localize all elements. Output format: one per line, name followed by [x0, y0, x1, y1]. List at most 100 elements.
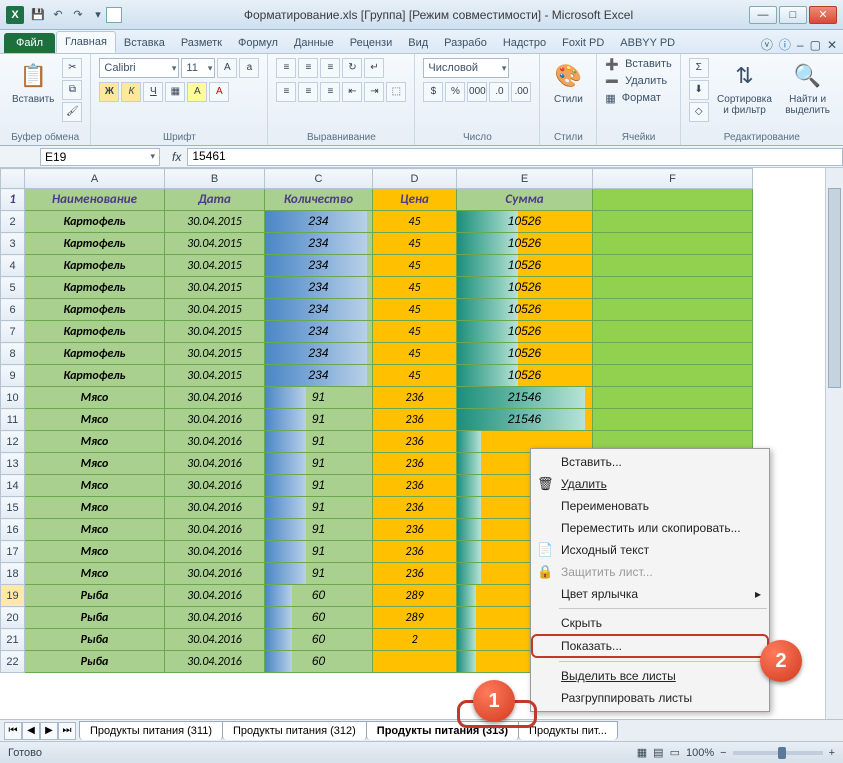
- row-header[interactable]: 1: [1, 189, 25, 211]
- clear-icon[interactable]: ◇: [689, 102, 709, 122]
- cell[interactable]: Картофель: [25, 321, 165, 343]
- paste-button[interactable]: 📋 Вставить: [8, 58, 58, 107]
- cell[interactable]: 45: [373, 255, 457, 277]
- row-header[interactable]: 22: [1, 651, 25, 673]
- column-header[interactable]: B: [165, 169, 265, 189]
- vertical-scrollbar[interactable]: [825, 168, 843, 719]
- ctx-rename[interactable]: Переименовать: [531, 495, 769, 517]
- cell[interactable]: 234: [265, 321, 373, 343]
- cell[interactable]: 45: [373, 365, 457, 387]
- cell[interactable]: 91: [265, 431, 373, 453]
- row-header[interactable]: 19: [1, 585, 25, 607]
- cell[interactable]: 236: [373, 475, 457, 497]
- sort-filter-button[interactable]: ⇅ Сортировка и фильтр: [713, 58, 777, 118]
- zoom-out-icon[interactable]: −: [720, 747, 726, 759]
- tab-insert[interactable]: Вставка: [116, 33, 173, 53]
- copy-icon[interactable]: ⧉: [62, 80, 82, 100]
- cell[interactable]: Мясо: [25, 475, 165, 497]
- row-header[interactable]: 13: [1, 453, 25, 475]
- cell[interactable]: 234: [265, 211, 373, 233]
- ctx-insert[interactable]: Вставить...: [531, 451, 769, 473]
- cell[interactable]: [593, 255, 753, 277]
- cell[interactable]: 30.04.2016: [165, 607, 265, 629]
- cell[interactable]: 30.04.2015: [165, 321, 265, 343]
- row-header[interactable]: 18: [1, 563, 25, 585]
- column-header[interactable]: A: [25, 169, 165, 189]
- cell[interactable]: 30.04.2015: [165, 255, 265, 277]
- cell[interactable]: 234: [265, 365, 373, 387]
- ctx-select-all[interactable]: Выделить все листы: [531, 665, 769, 687]
- format-cells-label[interactable]: Формат: [622, 92, 661, 105]
- row-header[interactable]: 9: [1, 365, 25, 387]
- header-cell[interactable]: Дата: [165, 189, 265, 211]
- cell[interactable]: 30.04.2016: [165, 651, 265, 673]
- cell[interactable]: 236: [373, 387, 457, 409]
- delete-cells-label[interactable]: Удалить: [625, 75, 667, 88]
- cell[interactable]: [593, 343, 753, 365]
- view-break-icon[interactable]: ▭: [670, 746, 680, 759]
- cell[interactable]: 289: [373, 585, 457, 607]
- delete-cells-icon[interactable]: ➖: [605, 75, 619, 88]
- cell[interactable]: Картофель: [25, 277, 165, 299]
- cell[interactable]: 30.04.2015: [165, 365, 265, 387]
- cell[interactable]: [593, 233, 753, 255]
- grow-font-icon[interactable]: A: [217, 58, 237, 78]
- cell[interactable]: Рыба: [25, 585, 165, 607]
- win-close-icon[interactable]: ✕: [827, 38, 837, 52]
- cell[interactable]: 45: [373, 299, 457, 321]
- cell[interactable]: Картофель: [25, 211, 165, 233]
- row-header[interactable]: 15: [1, 497, 25, 519]
- cell[interactable]: Рыба: [25, 629, 165, 651]
- cell[interactable]: [593, 189, 753, 211]
- tab-foxit[interactable]: Foxit PD: [554, 33, 612, 53]
- tab-developer[interactable]: Разрабо: [436, 33, 495, 53]
- row-header[interactable]: 2: [1, 211, 25, 233]
- cell[interactable]: 45: [373, 233, 457, 255]
- cell[interactable]: Мясо: [25, 387, 165, 409]
- row-header[interactable]: 3: [1, 233, 25, 255]
- row-header[interactable]: 14: [1, 475, 25, 497]
- cell[interactable]: 21546: [457, 409, 593, 431]
- row-header[interactable]: 12: [1, 431, 25, 453]
- cell[interactable]: [593, 365, 753, 387]
- wrap-text-icon[interactable]: ↵: [364, 58, 384, 78]
- indent-inc-icon[interactable]: ⇥: [364, 82, 384, 102]
- align-center-icon[interactable]: ≡: [298, 82, 318, 102]
- cell[interactable]: 45: [373, 343, 457, 365]
- cell[interactable]: Рыба: [25, 651, 165, 673]
- format-cells-icon[interactable]: ▦: [605, 92, 615, 105]
- cell[interactable]: Мясо: [25, 541, 165, 563]
- cell[interactable]: 236: [373, 497, 457, 519]
- cell[interactable]: 234: [265, 255, 373, 277]
- insert-cells-icon[interactable]: ➕: [605, 58, 619, 71]
- ctx-view-code[interactable]: 📄Исходный текст: [531, 539, 769, 561]
- sheet-tab[interactable]: Продукты питания (311): [79, 721, 223, 740]
- file-tab[interactable]: Файл: [4, 33, 55, 53]
- styles-button[interactable]: 🎨 Стили: [548, 58, 588, 107]
- tab-home[interactable]: Главная: [56, 31, 116, 53]
- cell[interactable]: 10526: [457, 233, 593, 255]
- ctx-ungroup[interactable]: Разгруппировать листы: [531, 687, 769, 709]
- cell[interactable]: 236: [373, 541, 457, 563]
- maximize-button[interactable]: □: [779, 6, 807, 24]
- cut-icon[interactable]: ✂: [62, 58, 82, 78]
- row-header[interactable]: 17: [1, 541, 25, 563]
- currency-icon[interactable]: $: [423, 82, 443, 102]
- row-header[interactable]: 6: [1, 299, 25, 321]
- sheet-nav-prev[interactable]: ◀: [22, 722, 40, 740]
- zoom-in-icon[interactable]: +: [829, 747, 835, 759]
- tab-review[interactable]: Рецензи: [342, 33, 401, 53]
- cell[interactable]: Картофель: [25, 233, 165, 255]
- cell[interactable]: 60: [265, 651, 373, 673]
- formula-input[interactable]: 15461: [187, 148, 843, 166]
- sheet-tab[interactable]: Продукты питания (312): [222, 721, 367, 740]
- column-header[interactable]: C: [265, 169, 373, 189]
- cell[interactable]: 91: [265, 497, 373, 519]
- view-layout-icon[interactable]: ▤: [653, 746, 663, 759]
- header-cell[interactable]: Цена: [373, 189, 457, 211]
- cell[interactable]: 289: [373, 607, 457, 629]
- cell[interactable]: 91: [265, 387, 373, 409]
- sheet-nav-first[interactable]: ⏮: [4, 722, 22, 740]
- row-header[interactable]: 7: [1, 321, 25, 343]
- header-cell[interactable]: Сумма: [457, 189, 593, 211]
